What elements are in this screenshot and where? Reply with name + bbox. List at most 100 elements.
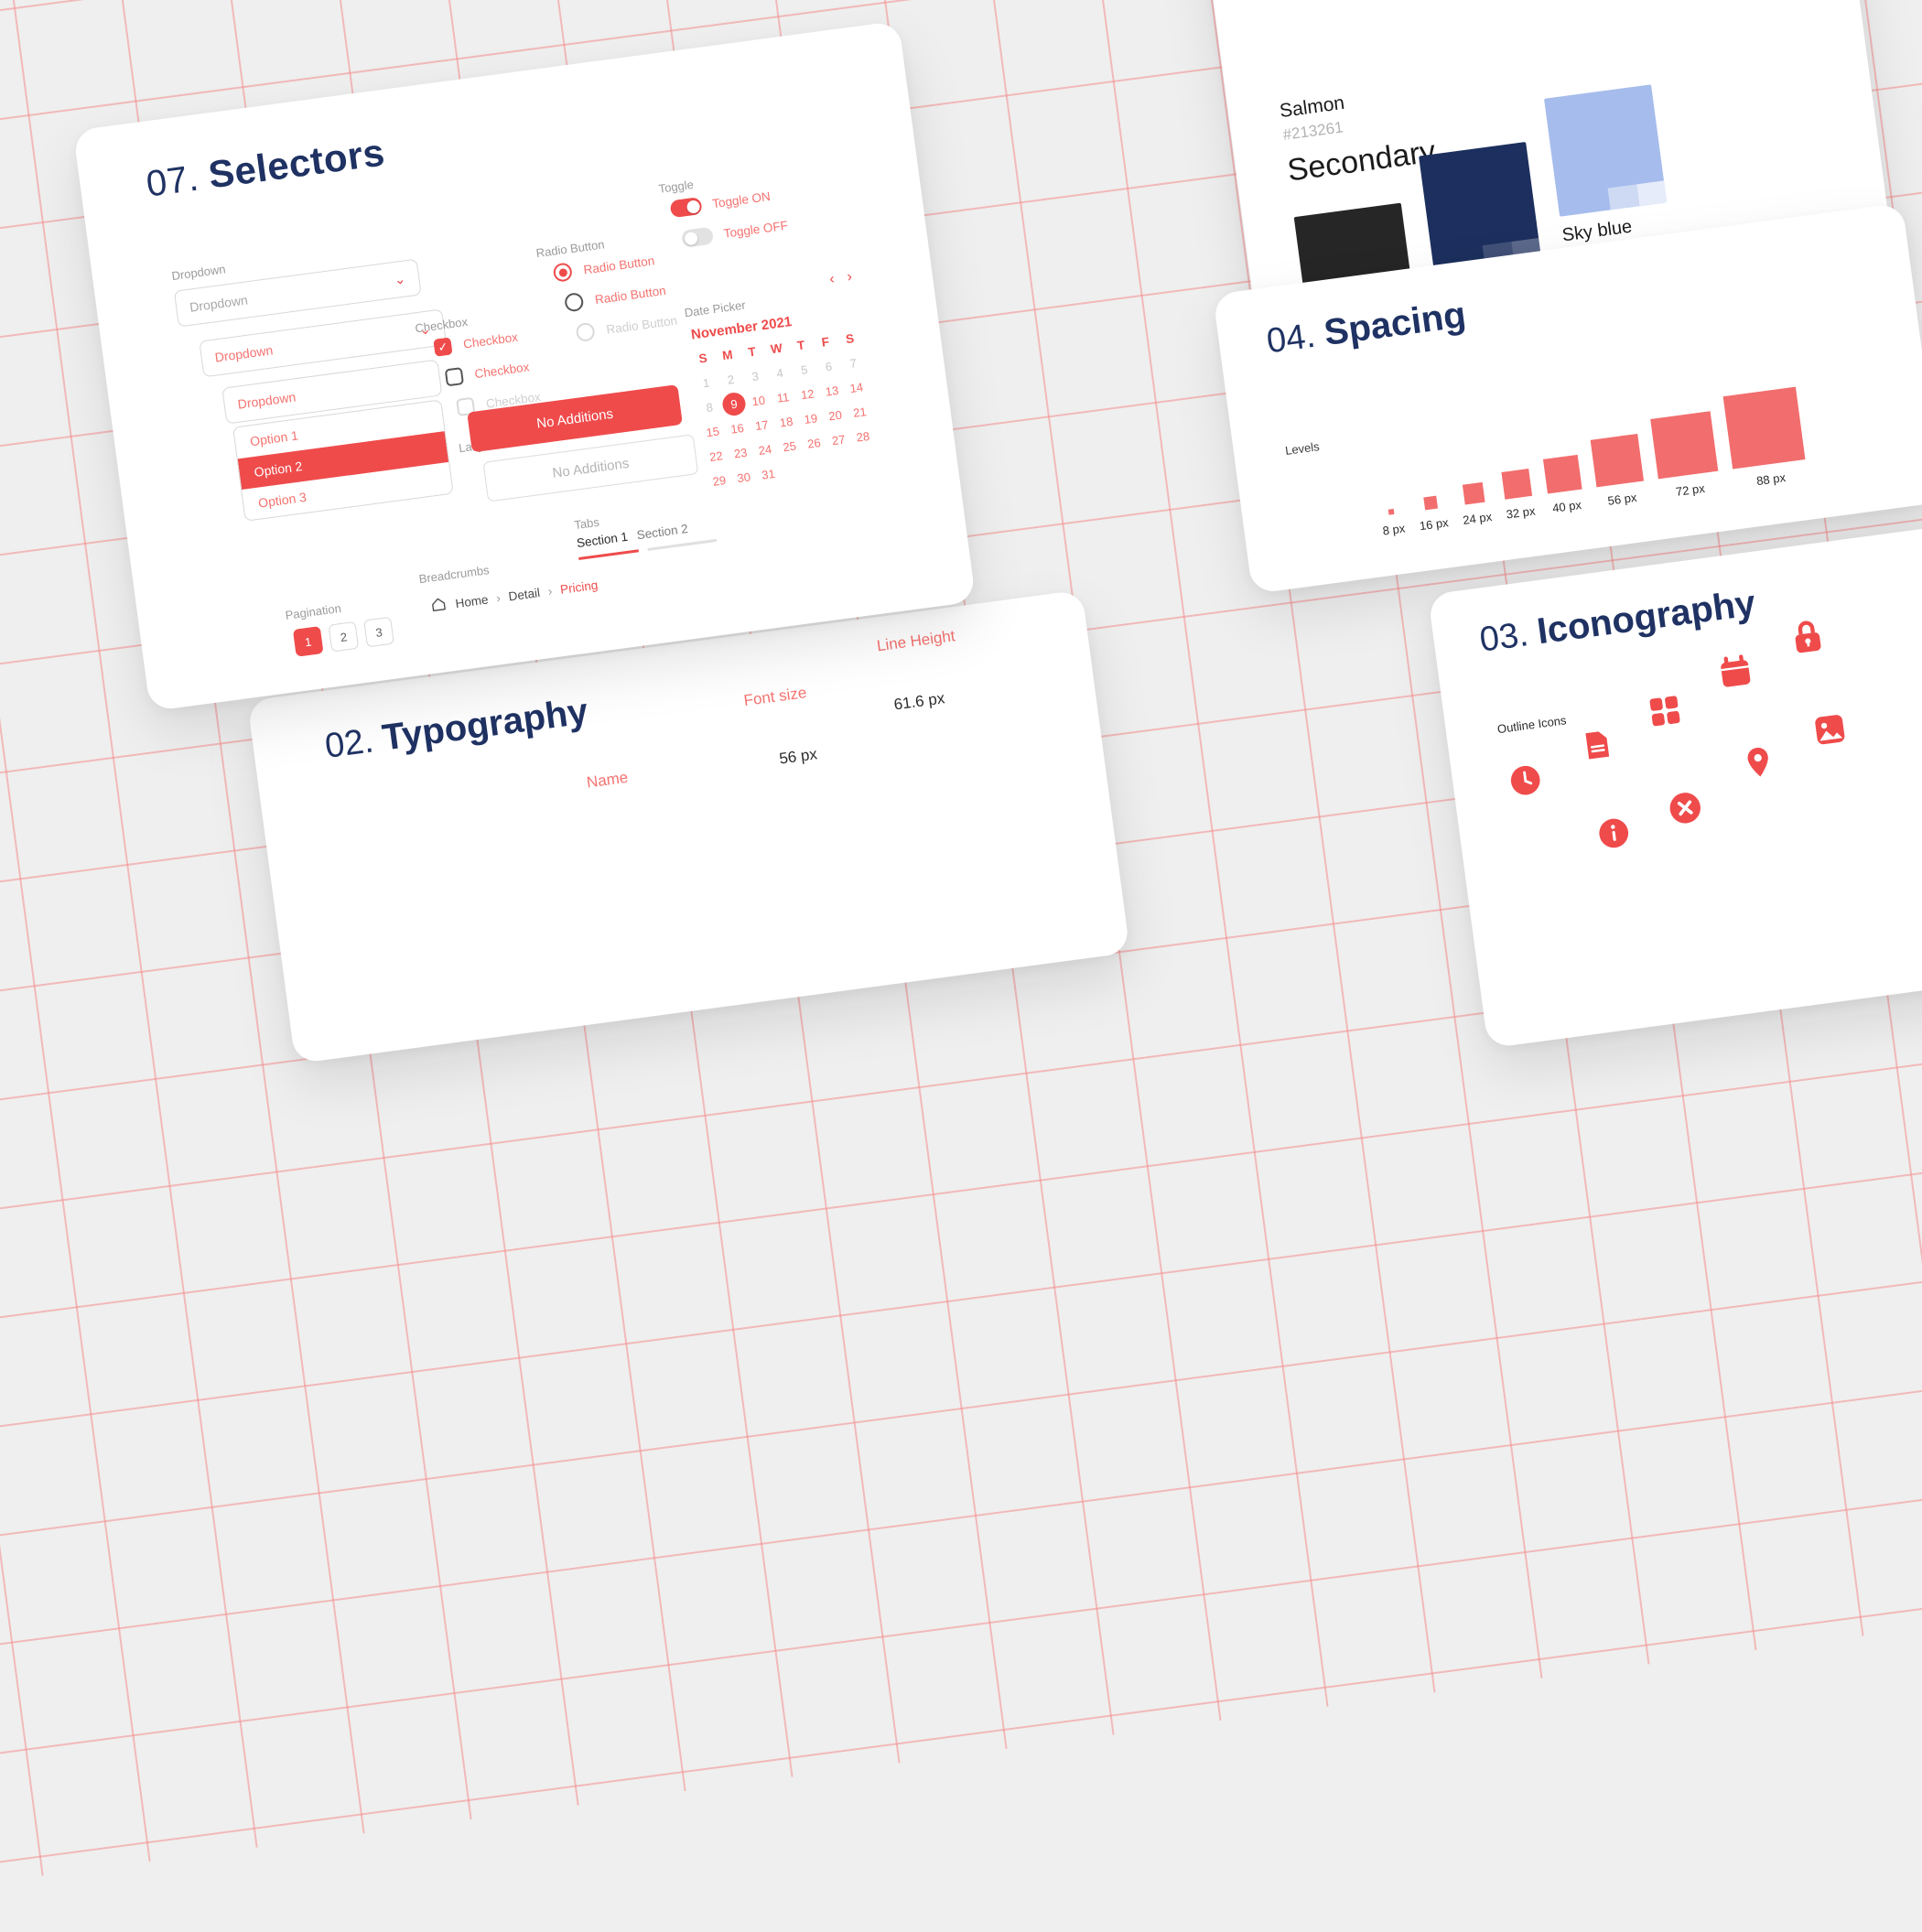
info-icon[interactable] (1594, 814, 1634, 858)
check-icon: ✓ (437, 339, 449, 355)
lock-icon[interactable] (1787, 616, 1829, 662)
day-cell[interactable]: 29 (706, 467, 733, 494)
home-icon[interactable] (428, 595, 448, 617)
day-cell-selected[interactable]: 9 (720, 390, 748, 417)
dropdown-placeholder: Dropdown (189, 292, 249, 315)
image-icon[interactable] (1809, 709, 1852, 755)
day-cell[interactable]: 13 (818, 377, 846, 405)
spacing-label: 72 px (1675, 480, 1706, 499)
page-button-3[interactable]: 3 (363, 616, 394, 648)
breadcrumb-item-detail[interactable]: Detail (508, 586, 541, 603)
spacing-box (1388, 508, 1395, 515)
iconography-card: 03. Iconography Outline Icons (1428, 510, 1922, 1049)
radio-button-selected[interactable] (552, 262, 574, 283)
day-cell[interactable]: 21 (846, 398, 873, 426)
toggle-switch-off[interactable] (680, 226, 715, 248)
grid-icon[interactable] (1645, 690, 1687, 736)
day-cell[interactable]: 23 (727, 439, 754, 467)
day-cell[interactable]: 27 (825, 426, 852, 454)
spacing-levels-row: 8 px 16 px 24 px 32 px 40 px 56 px 72 px (1371, 386, 1809, 538)
day-cell[interactable]: 12 (794, 381, 821, 408)
day-cell[interactable]: 22 (702, 443, 729, 470)
checkbox-row-unchecked[interactable]: Checkbox (444, 358, 531, 387)
day-cell[interactable]: 16 (723, 415, 750, 442)
date-picker-nav: ‹ › (828, 269, 853, 288)
day-cell[interactable]: 6 (815, 352, 842, 380)
spacing-level-item: 16 px (1416, 494, 1450, 533)
day-cell[interactable]: 15 (699, 418, 727, 446)
day-cell[interactable]: 28 (849, 423, 877, 450)
outline-icons-label: Outline Icons (1496, 713, 1568, 737)
day-cell[interactable]: 19 (797, 405, 825, 432)
radio-label: Radio Button (605, 313, 678, 337)
day-cell[interactable]: 4 (766, 360, 794, 387)
spacing-box (1722, 386, 1806, 470)
spacing-label: 56 px (1606, 490, 1638, 508)
spacing-box (1423, 495, 1439, 511)
spacing-level-item: 32 px (1501, 469, 1536, 522)
checkbox-box-checked[interactable]: ✓ (433, 337, 453, 357)
day-cell[interactable]: 7 (839, 350, 867, 377)
day-of-week: S (845, 331, 856, 347)
location-icon[interactable] (1739, 742, 1778, 786)
day-cell[interactable]: 24 (751, 436, 779, 463)
day-cell[interactable]: 30 (730, 464, 758, 491)
spacing-box (1590, 433, 1645, 488)
calendar-icon[interactable] (1715, 652, 1757, 697)
spacing-label: 8 px (1381, 521, 1407, 538)
spacing-box (1650, 411, 1719, 480)
radio-button-unselected[interactable] (564, 291, 585, 313)
clock-icon[interactable] (1506, 761, 1545, 804)
selectors-number: 07. (144, 157, 201, 205)
radio-row-unselected[interactable]: Radio Button (564, 281, 667, 313)
day-cell[interactable]: 18 (772, 408, 800, 436)
dropdown-value: Dropdown (213, 342, 275, 365)
day-cell[interactable]: 2 (717, 366, 744, 394)
radio-label: Radio Button (582, 253, 655, 276)
spacing-number: 04. (1264, 316, 1318, 362)
day-cell[interactable]: 5 (791, 356, 818, 383)
document-icon[interactable] (1578, 726, 1617, 770)
breadcrumb-item-home[interactable]: Home (455, 592, 490, 610)
day-cell[interactable]: 11 (769, 383, 796, 411)
iconography-title-text: Iconography (1534, 582, 1758, 653)
checkbox-label: Checkbox (473, 360, 531, 382)
day-of-week: T (747, 344, 757, 360)
spacing-label: 24 px (1462, 509, 1493, 527)
next-month-icon[interactable]: › (846, 269, 853, 286)
day-cell-value: 9 (729, 396, 739, 412)
column-header-line-height: Line Height (875, 627, 956, 655)
breadcrumbs-label: Breadcrumbs (417, 563, 491, 587)
radio-label: Radio Button (594, 283, 667, 307)
cell-line-height: 61.6 px (892, 689, 946, 714)
day-cell[interactable]: 25 (776, 433, 804, 460)
tabs: Tabs Section 1 Section 2 (573, 500, 718, 560)
spacing-label: 16 px (1419, 515, 1450, 534)
toggle-row-off[interactable]: Toggle OFF (680, 217, 789, 248)
day-of-week: S (697, 351, 708, 366)
day-cell[interactable]: 26 (800, 429, 827, 457)
page-button-1[interactable]: 1 (292, 626, 324, 657)
checkbox-box-unchecked[interactable] (444, 367, 465, 387)
day-cell[interactable]: 10 (745, 387, 772, 415)
spacing-level-item: 72 px (1650, 411, 1721, 501)
day-of-week: W (770, 340, 783, 357)
day-cell[interactable]: 14 (843, 374, 870, 402)
breadcrumb-item-pricing[interactable]: Pricing (559, 577, 599, 596)
day-cell[interactable]: 1 (693, 369, 720, 396)
day-cell[interactable]: 20 (821, 402, 848, 429)
toggle-switch-on[interactable] (669, 196, 703, 219)
page-button-2[interactable]: 2 (328, 621, 360, 653)
column-header-name: Name (585, 768, 630, 792)
day-cell[interactable]: 3 (741, 362, 769, 390)
checkbox-row-checked[interactable]: ✓ Checkbox (433, 329, 519, 357)
dropdown-group-label: Dropdown (170, 262, 227, 284)
close-icon[interactable] (1665, 787, 1707, 833)
day-of-week: F (820, 334, 831, 350)
day-cell[interactable]: 17 (748, 412, 775, 439)
toggle-label: Toggle ON (711, 189, 772, 211)
prev-month-icon[interactable]: ‹ (828, 271, 836, 288)
day-cell[interactable]: 31 (754, 460, 782, 488)
spacing-label: 88 px (1755, 470, 1787, 489)
day-cell[interactable]: 8 (696, 394, 723, 421)
